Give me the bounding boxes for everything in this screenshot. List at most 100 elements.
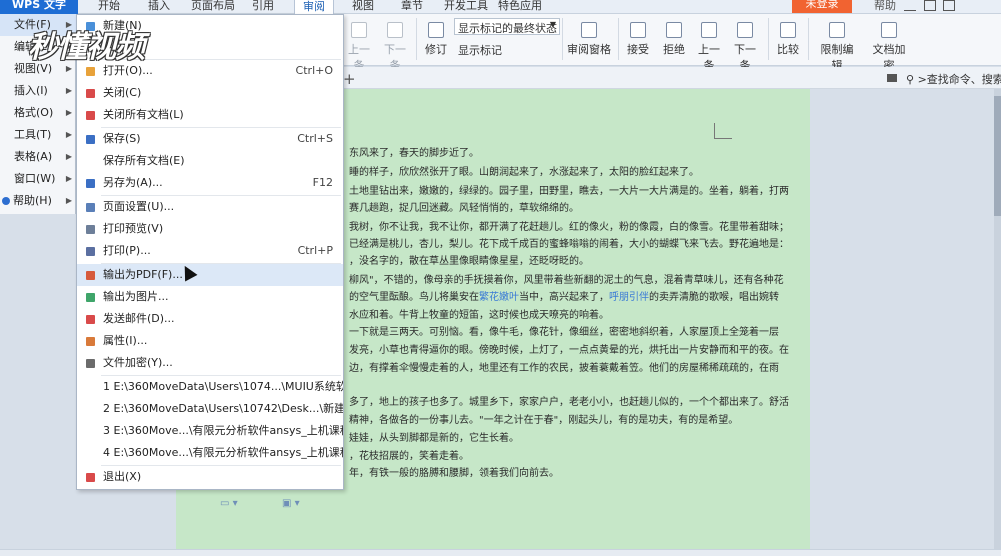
tab-start[interactable]: 开始 — [98, 0, 120, 13]
page-corner-mark — [714, 123, 732, 139]
exit-icon — [86, 473, 95, 482]
print-icon — [86, 247, 95, 256]
chevron-right-icon: ▶ — [65, 174, 72, 183]
tab-review[interactable]: 审阅 — [294, 0, 334, 14]
doc-link[interactable]: 繁花嫩叶 — [479, 292, 519, 303]
next-comment-button[interactable]: 下一条 — [380, 22, 410, 73]
lock-doc-icon — [829, 22, 845, 38]
top-tab-strip: WPS 文字 开始 插入 页面布局 引用 审阅 视图 章节 开发工具 特色应用 … — [0, 0, 1001, 16]
review-pane-button[interactable]: 审阅窗格 — [566, 22, 612, 57]
encrypt-icon — [86, 359, 95, 368]
search-icon: ⚲ — [906, 73, 915, 86]
menu-file[interactable]: 文件(F) ▶ — [0, 14, 76, 36]
close-icon[interactable] — [943, 0, 955, 11]
ribbon-divider — [562, 18, 563, 60]
reject-button[interactable]: 拒绝 — [660, 22, 688, 57]
file-print-preview-item[interactable]: 打印预览(V) — [77, 218, 343, 240]
doc-link[interactable]: 呼朋引伴 — [609, 292, 649, 303]
recent-file-item[interactable]: 3 E:\360Move...\有限元分析软件ansys_上机课程基... — [77, 420, 343, 442]
save-as-icon — [86, 179, 95, 188]
doc-line: 柳风"，不错的，像母亲的手抚摸着你，风里带着些新翻的泥土的气息，混着青草味儿，还… — [349, 275, 784, 286]
show-marks-button[interactable]: 显示标记 — [458, 42, 502, 58]
file-open-item[interactable]: 打开(O)... Ctrl+O — [77, 60, 343, 82]
prev-comment-icon — [351, 22, 367, 38]
tab-page-layout[interactable]: 页面布局 — [191, 0, 235, 13]
properties-icon — [86, 337, 95, 346]
menu-help[interactable]: 帮助(H) ▶ — [0, 190, 76, 212]
accept-button[interactable]: 接受 — [624, 22, 652, 57]
page-view-icon[interactable]: ▣ ▾ — [282, 498, 300, 509]
file-properties-item[interactable]: 属性(I)... — [77, 330, 343, 352]
file-save-item[interactable]: 保存(S) Ctrl+S — [77, 128, 343, 150]
menu-edit[interactable]: 编辑(E) ▶ — [0, 36, 76, 58]
file-save-as-item[interactable]: 另存为(A)... F12 — [77, 172, 343, 194]
tab-view[interactable]: 视图 — [352, 0, 374, 13]
encrypt-doc-icon — [881, 22, 897, 38]
window-controls — [904, 0, 959, 14]
doc-line: 边，有撑着伞慢慢走着的人，地里还有工作的农民，披着蓑戴着笠。他们的房屋稀稀疏疏的… — [349, 363, 779, 374]
file-print-item[interactable]: 打印(P)... Ctrl+P — [77, 240, 343, 262]
pdf-icon — [86, 271, 95, 280]
login-button[interactable]: 未登录 — [792, 0, 852, 13]
menu-view[interactable]: 视图(V) ▶ — [0, 58, 76, 80]
maximize-icon[interactable] — [923, 0, 936, 11]
tab-insert[interactable]: 插入 — [148, 0, 170, 13]
next-change-icon — [737, 22, 753, 38]
markup-status-select[interactable]: 显示标记的最终状态 ▼ — [454, 18, 560, 35]
page-setup-icon — [86, 203, 95, 212]
file-encrypt-item[interactable]: 文件加密(Y)... — [77, 352, 343, 374]
review-pane-icon — [581, 22, 597, 38]
chevron-right-icon: ▶ — [65, 64, 72, 73]
command-search[interactable]: ⚲ >查找命令、搜索... — [906, 71, 1001, 87]
help-tab[interactable]: 帮助 — [874, 0, 896, 13]
revise-button[interactable]: 修订 — [422, 22, 450, 57]
chevron-right-icon: ▶ — [65, 86, 72, 95]
status-bar — [0, 549, 1001, 556]
tab-developer[interactable]: 开发工具 — [444, 0, 488, 13]
chevron-right-icon: ▶ — [65, 196, 72, 205]
doc-line: 睡的样子，欣欣然张开了眼。山朗润起来了，水涨起来了，太阳的脸红起来了。 — [349, 167, 699, 178]
next-change-button[interactable]: 下一条 — [730, 22, 760, 73]
prev-change-button[interactable]: 上一条 — [694, 22, 724, 73]
new-tab-plus-icon[interactable]: + — [343, 70, 356, 88]
doc-line: 的空气里酝酿。鸟儿将巢安在繁花嫩叶当中，高兴起来了，呼朋引伴的卖弄清脆的歌喉，唱… — [349, 292, 779, 303]
restrict-edit-button[interactable]: 限制编辑 — [816, 22, 858, 73]
file-close-all-item[interactable]: 关闭所有文档(L) — [77, 104, 343, 126]
pin-icon[interactable] — [887, 74, 897, 82]
file-export-pdf-item[interactable]: 输出为PDF(F)... — [77, 264, 343, 286]
recent-file-item[interactable]: 1 E:\360MoveData\Users\1074...\MUIU系统软件.… — [77, 376, 343, 398]
file-send-mail-item[interactable]: 发送邮件(D)... — [77, 308, 343, 330]
menu-insert[interactable]: 插入(I) ▶ — [0, 80, 76, 102]
doc-line: 已经满是桃儿，杏儿，梨儿。花下成千成百的蜜蜂嗡嗡的闹着，大小的蝴蝶飞来飞去。野花… — [349, 239, 789, 250]
mail-icon — [86, 315, 95, 324]
menu-format[interactable]: 格式(O) ▶ — [0, 102, 76, 124]
doc-line: 土地里钻出来，嫩嫩的，绿绿的。园子里，田野里，瞧去，一大片一大片满是的。坐着，躺… — [349, 186, 789, 197]
doc-encrypt-button[interactable]: 文档加密 — [868, 22, 910, 73]
recent-file-item[interactable]: 4 E:\360Move...\有限元分析软件ansys_上机课程基... — [77, 442, 343, 464]
page-layout-icon[interactable]: ▭ ▾ — [220, 498, 238, 509]
minimize-icon[interactable] — [904, 0, 916, 11]
menu-tools[interactable]: 工具(T) ▶ — [0, 124, 76, 146]
chevron-right-icon: ▶ — [65, 42, 72, 51]
tab-features[interactable]: 特色应用 — [498, 0, 542, 13]
reject-icon — [666, 22, 682, 38]
recent-file-item[interactable]: 2 E:\360MoveData\Users\10742\Desk...\新建 … — [77, 398, 343, 420]
file-new-item[interactable]: 新建(N) — [77, 15, 343, 37]
scrollbar-thumb[interactable] — [994, 96, 1001, 216]
file-page-setup-item[interactable]: 页面设置(U)... — [77, 196, 343, 218]
doc-line: 娃娃，从头到脚都是新的，它生长着。 — [349, 433, 519, 444]
prev-comment-button[interactable]: 上一条 — [344, 22, 374, 73]
menu-table[interactable]: 表格(A) ▶ — [0, 146, 76, 168]
doc-line: 水应和着。牛背上牧童的短笛，这时候也成天嘹亮的响着。 — [349, 310, 609, 321]
image-export-icon — [86, 293, 95, 302]
tab-chapter[interactable]: 章节 — [401, 0, 423, 13]
compare-button[interactable]: 比较 — [774, 22, 802, 57]
file-close-item[interactable]: 关闭(C) — [77, 82, 343, 104]
menu-window[interactable]: 窗口(W) ▶ — [0, 168, 76, 190]
file-export-image-item[interactable]: 输出为图片... — [77, 286, 343, 308]
file-exit-item[interactable]: 退出(X) — [77, 466, 343, 488]
file-save-all-item[interactable]: 保存所有文档(E) — [77, 150, 343, 172]
menu-shadow-area — [0, 214, 76, 549]
compare-icon — [780, 22, 796, 38]
tab-references[interactable]: 引用 — [252, 0, 274, 13]
